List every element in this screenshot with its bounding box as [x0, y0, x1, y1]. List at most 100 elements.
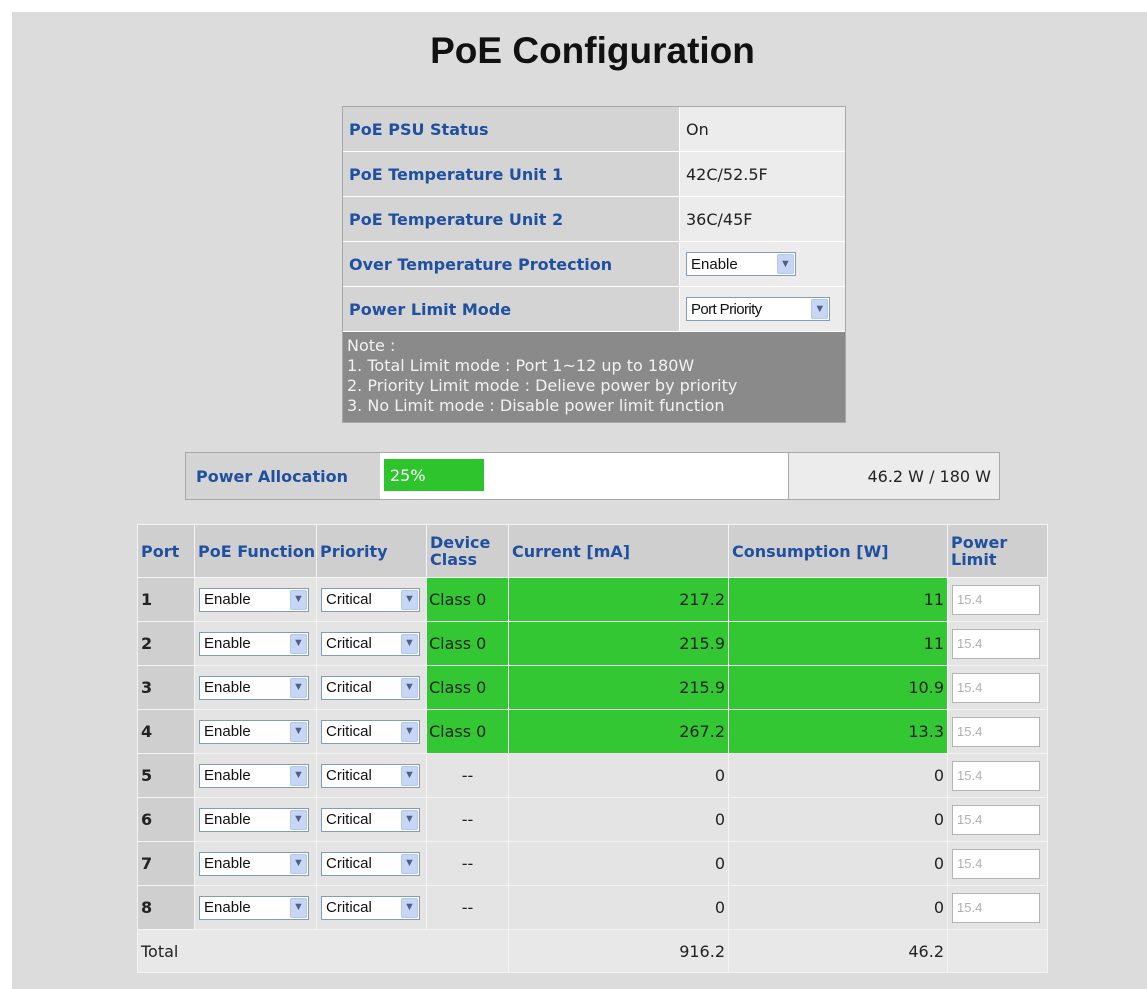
port-number: 4 — [137, 709, 195, 754]
power-limit-input[interactable]: 15.4 — [952, 716, 1040, 747]
consumption-w: 13.3 — [728, 709, 948, 754]
chevron-down-icon: ▼ — [290, 765, 307, 786]
port-table-header: Port PoE Function Priority Device Class … — [137, 524, 1048, 578]
power-limit-input[interactable]: 15.4 — [952, 628, 1040, 659]
port-number: 5 — [137, 753, 195, 798]
priority-value: Critical — [326, 679, 372, 696]
total-label: Total — [137, 929, 509, 973]
current-ma: 0 — [508, 797, 729, 842]
chevron-down-icon: ▼ — [401, 721, 418, 742]
poe-function-cell: Enable ▼ — [194, 577, 317, 622]
power-limit-mode-row: Power Limit Mode Port Priority ▼ — [343, 287, 845, 332]
poe-function-cell: Enable ▼ — [194, 621, 317, 666]
consumption-w: 0 — [728, 841, 948, 886]
col-header-poe-function: PoE Function — [194, 524, 317, 578]
power-limit-input[interactable]: 15.4 — [952, 848, 1040, 879]
note-line: Note : — [347, 336, 396, 355]
poe-function-cell: Enable ▼ — [194, 753, 317, 798]
poe-function-cell: Enable ▼ — [194, 665, 317, 710]
over-temp-select[interactable]: Enable ▼ — [686, 252, 796, 276]
poe-function-select[interactable]: Enable ▼ — [199, 763, 309, 788]
status-row: PoE Temperature Unit 2 36C/45F — [343, 197, 845, 242]
current-ma: 215.9 — [508, 665, 729, 710]
priority-select[interactable]: Critical ▼ — [321, 719, 420, 744]
status-label: PoE Temperature Unit 2 — [343, 197, 680, 241]
power-limit-cell: 15.4 — [947, 797, 1048, 842]
priority-select[interactable]: Critical ▼ — [321, 807, 420, 832]
poe-function-cell: Enable ▼ — [194, 841, 317, 886]
port-row: 1 Enable ▼ Critical ▼ Class 0 217.2 11 15.4 — [137, 577, 1048, 622]
priority-select[interactable]: Critical ▼ — [321, 587, 420, 612]
poe-function-select[interactable]: Enable ▼ — [199, 895, 309, 920]
priority-select[interactable]: Critical ▼ — [321, 895, 420, 920]
current-ma: 0 — [508, 841, 729, 886]
status-row: PoE PSU Status On — [343, 107, 845, 152]
priority-select[interactable]: Critical ▼ — [321, 675, 420, 700]
power-allocation: Power Allocation 25% 46.2 W / 180 W — [185, 452, 1000, 500]
consumption-w: 11 — [728, 577, 948, 622]
priority-cell: Critical ▼ — [316, 885, 427, 930]
priority-select[interactable]: Critical ▼ — [321, 851, 420, 876]
poe-function-select[interactable]: Enable ▼ — [199, 675, 309, 700]
poe-function-value: Enable — [204, 767, 251, 784]
poe-function-select[interactable]: Enable ▼ — [199, 587, 309, 612]
current-ma: 215.9 — [508, 621, 729, 666]
chevron-down-icon: ▼ — [290, 677, 307, 698]
consumption-w: 11 — [728, 621, 948, 666]
chevron-down-icon: ▼ — [401, 765, 418, 786]
power-limit-input[interactable]: 15.4 — [952, 672, 1040, 703]
col-header-current: Current [mA] — [508, 524, 729, 578]
power-limit-input[interactable]: 15.4 — [952, 760, 1040, 791]
chevron-down-icon: ▼ — [290, 633, 307, 654]
priority-cell: Critical ▼ — [316, 665, 427, 710]
current-ma: 0 — [508, 885, 729, 930]
poe-function-value: Enable — [204, 635, 251, 652]
priority-select[interactable]: Critical ▼ — [321, 631, 420, 656]
chevron-down-icon: ▼ — [290, 809, 307, 830]
chevron-down-icon: ▼ — [290, 721, 307, 742]
power-limit-input[interactable]: 15.4 — [952, 584, 1040, 615]
col-header-device-class: Device Class — [426, 524, 509, 578]
poe-function-select[interactable]: Enable ▼ — [199, 807, 309, 832]
device-class: Class 0 — [426, 621, 509, 666]
poe-function-value: Enable — [204, 591, 251, 608]
device-class: -- — [426, 753, 509, 798]
port-row: 8 Enable ▼ Critical ▼ -- 0 0 15.4 — [137, 885, 1048, 930]
port-row: 4 Enable ▼ Critical ▼ Class 0 267.2 13.3 15.4 — [137, 709, 1048, 754]
poe-function-value: Enable — [204, 723, 251, 740]
chevron-down-icon: ▼ — [290, 589, 307, 610]
port-row: 6 Enable ▼ Critical ▼ -- 0 0 15.4 — [137, 797, 1048, 842]
priority-cell: Critical ▼ — [316, 577, 427, 622]
port-table: Port PoE Function Priority Device Class … — [137, 524, 1048, 973]
port-row: 7 Enable ▼ Critical ▼ -- 0 0 15.4 — [137, 841, 1048, 886]
power-limit-cell: 15.4 — [947, 753, 1048, 798]
poe-function-select[interactable]: Enable ▼ — [199, 851, 309, 876]
over-temp-row: Over Temperature Protection Enable ▼ — [343, 242, 845, 287]
over-temp-label: Over Temperature Protection — [343, 242, 680, 286]
power-allocation-bar: 25% — [384, 459, 484, 491]
power-limit-mode-label: Power Limit Mode — [343, 287, 680, 331]
page-title: PoE Configuration — [430, 30, 755, 71]
poe-function-select[interactable]: Enable ▼ — [199, 631, 309, 656]
priority-value: Critical — [326, 635, 372, 652]
power-allocation-percent: 25% — [390, 465, 426, 485]
priority-select[interactable]: Critical ▼ — [321, 763, 420, 788]
consumption-w: 0 — [728, 797, 948, 842]
col-header-consumption: Consumption [W] — [728, 524, 948, 578]
consumption-w: 0 — [728, 885, 948, 930]
power-limit-mode-select[interactable]: Port Priority ▼ — [686, 297, 830, 321]
note-box: Note : 1. Total Limit mode : Port 1~12 u… — [343, 332, 845, 422]
device-class: Class 0 — [426, 665, 509, 710]
total-row: Total 916.2 46.2 — [137, 929, 1048, 973]
power-limit-mode-cell: Port Priority ▼ — [680, 287, 845, 331]
poe-function-cell: Enable ▼ — [194, 797, 317, 842]
power-limit-input[interactable]: 15.4 — [952, 892, 1040, 923]
power-limit-input[interactable]: 15.4 — [952, 804, 1040, 835]
power-limit-mode-value: Port Priority — [691, 300, 762, 318]
poe-function-cell: Enable ▼ — [194, 885, 317, 930]
current-ma: 217.2 — [508, 577, 729, 622]
priority-cell: Critical ▼ — [316, 841, 427, 886]
status-row: PoE Temperature Unit 1 42C/52.5F — [343, 152, 845, 197]
current-ma: 0 — [508, 753, 729, 798]
poe-function-select[interactable]: Enable ▼ — [199, 719, 309, 744]
